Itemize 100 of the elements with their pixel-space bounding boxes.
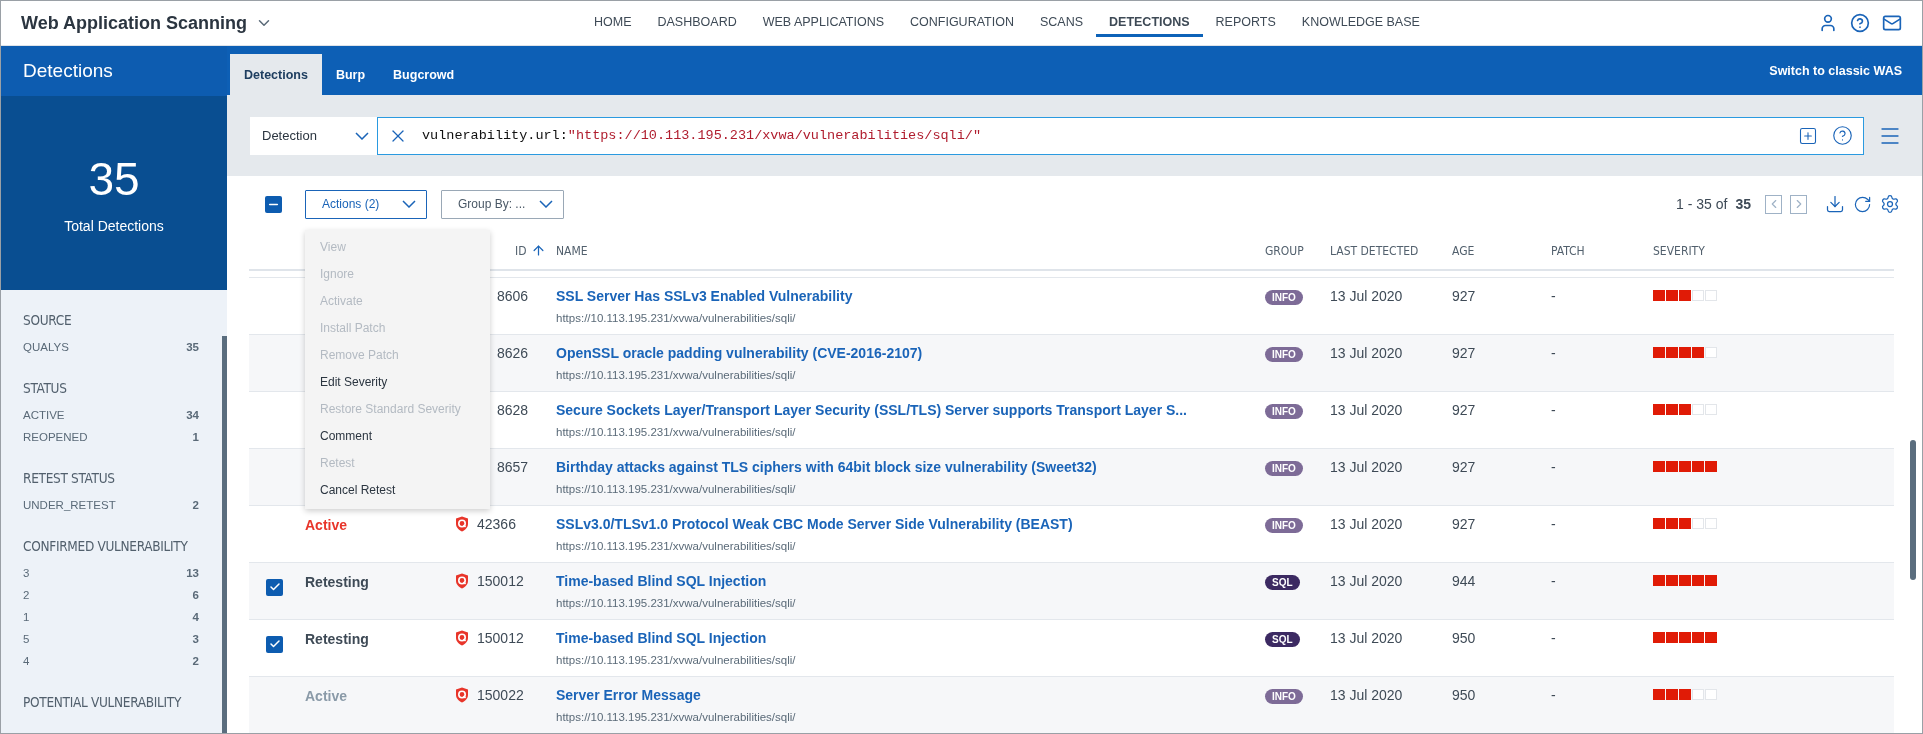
column-header[interactable]: PATCH bbox=[1551, 244, 1653, 258]
facet-label[interactable]: 2 bbox=[23, 589, 30, 601]
column-header[interactable]: SEVERITY bbox=[1653, 244, 1894, 258]
field-select[interactable]: Detection bbox=[250, 116, 377, 155]
facet-title: CONFIRMED VULNERABILITY bbox=[23, 538, 188, 554]
scrollbar[interactable] bbox=[222, 336, 227, 733]
nav-item[interactable]: DETECTIONS bbox=[1096, 9, 1203, 37]
plus-square-icon[interactable] bbox=[1798, 125, 1818, 146]
tab[interactable]: Burp bbox=[321, 54, 380, 96]
facet-label[interactable]: 4 bbox=[23, 655, 30, 667]
nav-item[interactable]: DASHBOARD bbox=[644, 9, 750, 37]
nav-item[interactable]: KNOWLEDGE BASE bbox=[1288, 9, 1433, 37]
facet-count: 35 bbox=[186, 341, 199, 353]
group-tag: INFO bbox=[1265, 290, 1303, 305]
qid-text: 150022 bbox=[477, 687, 524, 703]
date-text: 13 Jul 2020 bbox=[1330, 288, 1404, 304]
facet-label[interactable]: 5 bbox=[23, 633, 30, 645]
table-row[interactable]: Retesting 150012 Time-based Blind SQL Injection https://10.113.195.231/xvwa/vulnerabilities/sqli/ SQL 13 Jul 2020 944 - bbox=[249, 562, 1894, 619]
sort-up-icon[interactable] bbox=[530, 243, 546, 259]
status-text: Retesting bbox=[305, 631, 369, 647]
status-text: Active bbox=[305, 517, 348, 533]
qid-text: 8626 bbox=[497, 345, 529, 361]
date-text: 13 Jul 2020 bbox=[1330, 345, 1404, 361]
facet-label[interactable]: 3 bbox=[23, 567, 30, 579]
row-checkbox[interactable] bbox=[266, 636, 283, 653]
age-text: 927 bbox=[1452, 516, 1477, 532]
facet-title: RETEST STATUS bbox=[23, 470, 115, 486]
age-text: 927 bbox=[1452, 459, 1477, 475]
facet-label[interactable]: QUALYS bbox=[23, 341, 69, 353]
age-text: 927 bbox=[1452, 345, 1477, 361]
vulnerability-link[interactable]: Secure Sockets Layer/Transport Layer Security (SSL/TLS) Server supports Transport Layer S... bbox=[556, 402, 1265, 418]
refresh-icon[interactable] bbox=[1853, 194, 1872, 214]
facet-count: 6 bbox=[192, 589, 199, 601]
total-label: Total Detections bbox=[64, 218, 164, 234]
facet-label[interactable]: 1 bbox=[23, 611, 30, 623]
url-text: https://10.113.195.231/xvwa/vulnerabilities/sqli/ bbox=[556, 540, 797, 552]
mail-icon[interactable] bbox=[1882, 13, 1902, 33]
row-checkbox[interactable] bbox=[266, 579, 283, 596]
facet-count: 2 bbox=[192, 655, 199, 667]
url-text: https://10.113.195.231/xvwa/vulnerabilities/sqli/ bbox=[556, 312, 797, 324]
facet-count: 2 bbox=[192, 499, 199, 511]
search-field[interactable]: vulnerability.url:"https://10.113.195.231/xvwa/vulnerabilities/sqli/" bbox=[377, 116, 1864, 155]
tab[interactable]: Bugcrowd bbox=[379, 54, 469, 96]
vulnerability-link[interactable]: SSLv3.0/TLSv1.0 Protocol Weak CBC Mode Server Side Vulnerability (BEAST) bbox=[556, 516, 1265, 532]
help-icon[interactable] bbox=[1832, 125, 1853, 147]
vulnerability-link[interactable]: Time-based Blind SQL Injection bbox=[556, 630, 1265, 646]
column-header[interactable]: LAST DETECTED bbox=[1330, 244, 1452, 258]
column-header[interactable]: AGE bbox=[1452, 244, 1551, 258]
nav-item[interactable]: CONFIGURATION bbox=[897, 9, 1027, 37]
settings-icon[interactable] bbox=[1880, 194, 1900, 215]
status-text: Active bbox=[305, 688, 348, 704]
help-icon[interactable] bbox=[1850, 13, 1870, 33]
tab[interactable]: Detections bbox=[230, 54, 322, 96]
group-by-select[interactable]: Group By: ... bbox=[441, 189, 564, 219]
facet-count: 4 bbox=[192, 611, 199, 623]
vulnerability-link[interactable]: OpenSSL oracle padding vulnerability (CVE-2016-2107) bbox=[556, 345, 1265, 361]
nav-item[interactable]: REPORTS bbox=[1202, 9, 1289, 37]
url-text: https://10.113.195.231/xvwa/vulnerabilities/sqli/ bbox=[556, 654, 797, 666]
age-text: 927 bbox=[1452, 402, 1477, 418]
column-header[interactable]: GROUP bbox=[1265, 244, 1330, 258]
url-text: https://10.113.195.231/xvwa/vulnerabilities/sqli/ bbox=[556, 369, 797, 381]
vulnerability-link[interactable]: SSL Server Has SSLv3 Enabled Vulnerability bbox=[556, 288, 1265, 304]
facet-label[interactable]: ACTIVE bbox=[23, 409, 65, 421]
nav-item[interactable]: HOME bbox=[581, 9, 645, 37]
patch-text: - bbox=[1551, 459, 1557, 475]
app-title[interactable]: Web Application Scanning bbox=[21, 12, 581, 34]
total-count: 35 bbox=[88, 152, 140, 206]
vulnerability-link[interactable]: Birthday attacks against TLS ciphers with 64bit block size vulnerability (Sweet32) bbox=[556, 459, 1265, 475]
facet-label[interactable]: UNDER_RETEST bbox=[23, 499, 116, 511]
nav-item[interactable]: SCANS bbox=[1026, 9, 1097, 37]
qid-text: 8606 bbox=[497, 288, 529, 304]
select-all-checkbox[interactable] bbox=[265, 195, 282, 213]
user-icon[interactable] bbox=[1818, 13, 1838, 33]
patch-text: - bbox=[1551, 630, 1557, 646]
qid-text: 150012 bbox=[477, 573, 524, 589]
age-text: 927 bbox=[1452, 288, 1477, 304]
menu-item[interactable]: Comment bbox=[305, 422, 490, 449]
date-text: 13 Jul 2020 bbox=[1330, 630, 1404, 646]
qid-text: 8628 bbox=[497, 402, 529, 418]
vulnerability-link[interactable]: Time-based Blind SQL Injection bbox=[556, 573, 1265, 589]
vulnerability-link[interactable]: Server Error Message bbox=[556, 687, 1265, 703]
nav-item[interactable]: WEB APPLICATIONS bbox=[749, 9, 897, 37]
date-text: 13 Jul 2020 bbox=[1330, 516, 1404, 532]
table-row[interactable]: Active 150022 Server Error Message https://10.113.195.231/xvwa/vulnerabilities/sqli/ INFO 13 Jul 2020 950 - bbox=[249, 676, 1894, 733]
menu-item[interactable]: Cancel Retest bbox=[305, 476, 490, 503]
scrollbar[interactable] bbox=[1910, 440, 1916, 580]
actions-button[interactable]: Actions (2) bbox=[305, 189, 427, 219]
facet-count: 13 bbox=[186, 567, 199, 579]
status-text: Retesting bbox=[305, 574, 369, 590]
group-tag: SQL bbox=[1265, 632, 1300, 647]
facet-label[interactable]: REOPENED bbox=[23, 431, 88, 443]
patch-text: - bbox=[1551, 402, 1557, 418]
group-tag: INFO bbox=[1265, 461, 1303, 476]
facet-title: SOURCE bbox=[23, 312, 72, 328]
facet-count: 1 bbox=[192, 431, 199, 443]
switch-link[interactable]: Switch to classic WAS bbox=[1769, 63, 1922, 78]
pagination-total: 35 bbox=[1735, 196, 1751, 213]
download-icon[interactable] bbox=[1825, 194, 1845, 215]
column-header[interactable]: NAME bbox=[556, 244, 1265, 258]
url-text: https://10.113.195.231/xvwa/vulnerabilities/sqli/ bbox=[556, 426, 797, 438]
